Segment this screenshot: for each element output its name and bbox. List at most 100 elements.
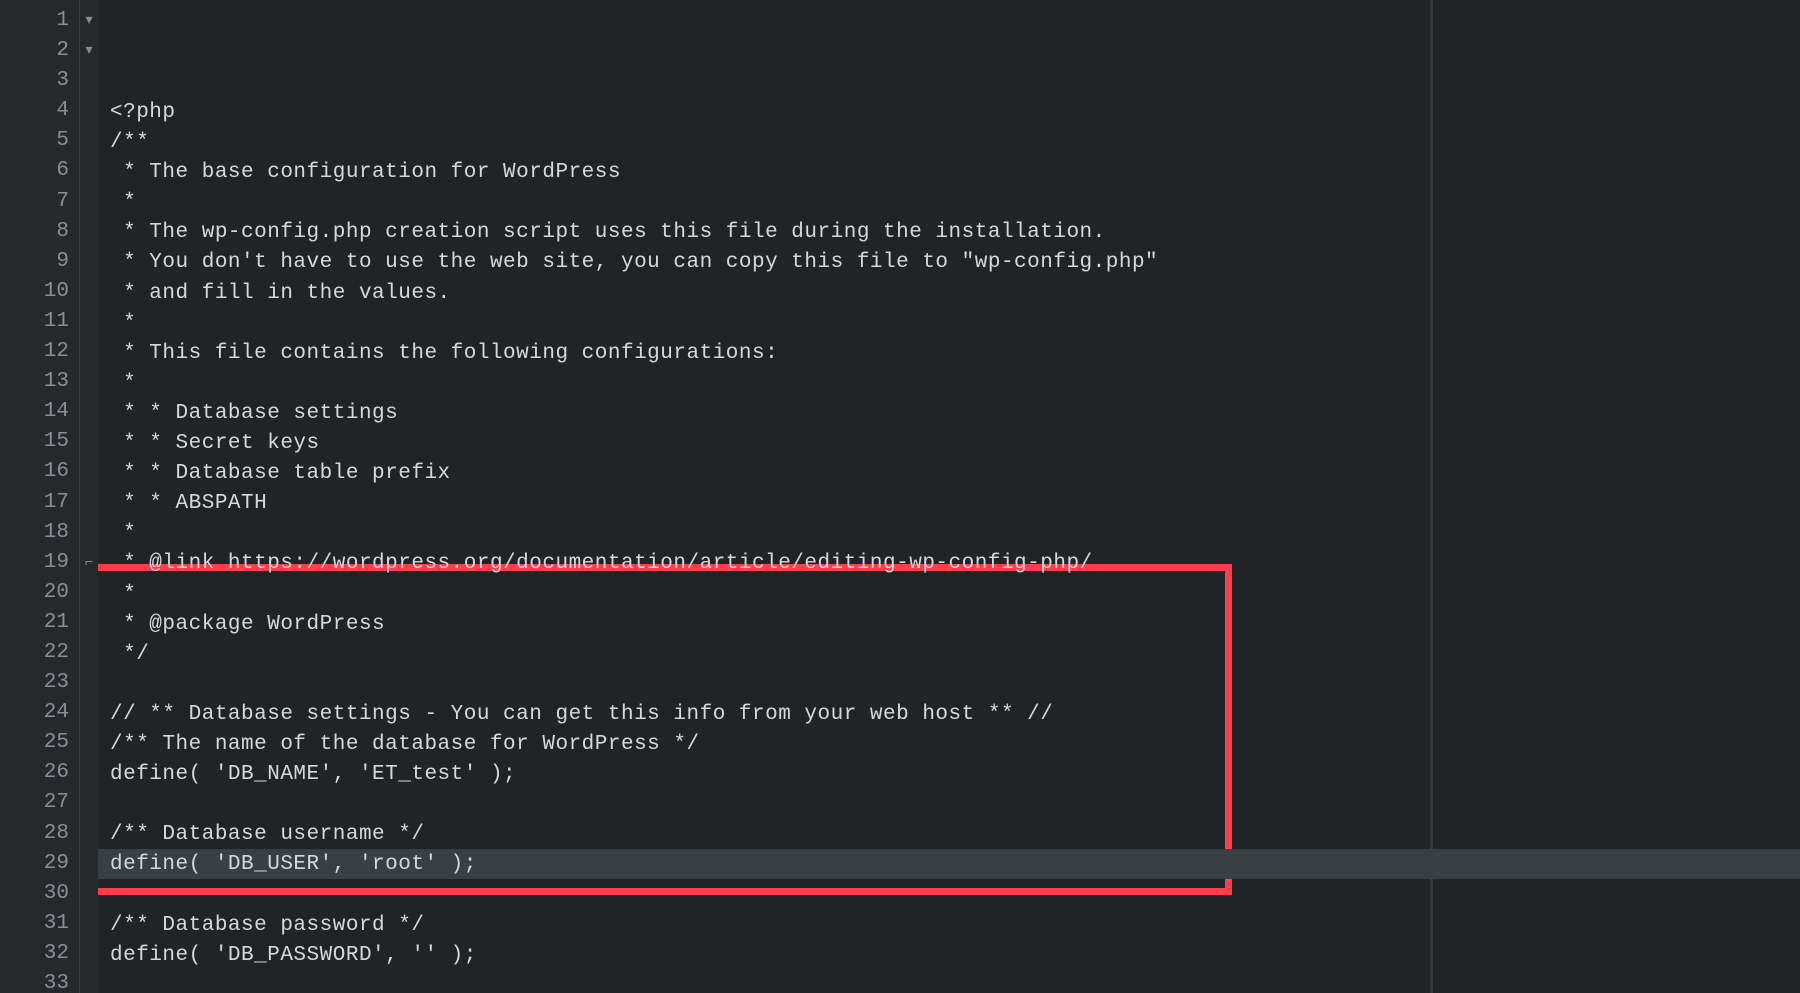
fold-marker-empty [80, 909, 98, 939]
code-line[interactable]: * @link https://wordpress.org/documentat… [98, 549, 1800, 579]
code-line[interactable]: * and fill in the values. [98, 279, 1800, 309]
line-number[interactable]: 11 [0, 307, 79, 337]
code-line[interactable]: * [98, 188, 1800, 218]
code-line[interactable]: /** [98, 128, 1800, 158]
code-line[interactable]: * [98, 580, 1800, 610]
fold-marker-empty [80, 367, 98, 397]
fold-marker-empty [80, 397, 98, 427]
line-number[interactable]: 16 [0, 457, 79, 487]
fold-marker-empty [80, 217, 98, 247]
fold-marker-empty [80, 247, 98, 277]
fold-marker-empty [80, 728, 98, 758]
line-number[interactable]: 31 [0, 909, 79, 939]
line-number[interactable]: 10 [0, 277, 79, 307]
fold-marker-empty [80, 156, 98, 186]
fold-marker-empty [80, 187, 98, 217]
fold-marker-empty [80, 126, 98, 156]
line-number[interactable]: 29 [0, 849, 79, 879]
fold-marker-empty [80, 819, 98, 849]
fold-marker-empty [80, 488, 98, 518]
fold-marker-empty [80, 698, 98, 728]
line-number[interactable]: 25 [0, 728, 79, 758]
code-line[interactable]: * [98, 519, 1800, 549]
fold-marker-empty [80, 578, 98, 608]
line-number[interactable]: 12 [0, 337, 79, 367]
code-line[interactable]: /** Database username */ [98, 820, 1800, 850]
line-number[interactable]: 30 [0, 879, 79, 909]
fold-marker-empty [80, 277, 98, 307]
code-line[interactable]: */ [98, 640, 1800, 670]
line-number[interactable]: 5 [0, 126, 79, 156]
code-line[interactable]: * [98, 369, 1800, 399]
fold-marker-empty [80, 96, 98, 126]
fold-marker-empty [80, 518, 98, 548]
fold-marker-empty [80, 427, 98, 457]
line-number[interactable]: 18 [0, 518, 79, 548]
fold-marker-empty [80, 849, 98, 879]
fold-marker-empty [80, 758, 98, 788]
line-number[interactable]: 23 [0, 668, 79, 698]
line-number[interactable]: 28 [0, 819, 79, 849]
fold-marker-empty [80, 939, 98, 969]
fold-marker-empty [80, 638, 98, 668]
line-number[interactable]: 22 [0, 638, 79, 668]
line-number[interactable]: 4 [0, 96, 79, 126]
fold-marker-empty [80, 66, 98, 96]
line-number[interactable]: 20 [0, 578, 79, 608]
line-number[interactable]: 15 [0, 427, 79, 457]
code-line[interactable]: define( 'DB_USER', 'root' ); [98, 850, 1800, 880]
code-line[interactable]: <?php [98, 98, 1800, 128]
line-number[interactable]: 19 [0, 548, 79, 578]
code-line[interactable]: * * Database table prefix [98, 459, 1800, 489]
line-number[interactable]: 26 [0, 758, 79, 788]
line-number-gutter[interactable]: 1234567891011121314151617181920212223242… [0, 0, 80, 993]
line-number[interactable]: 7 [0, 187, 79, 217]
fold-marker-empty [80, 969, 98, 993]
code-line[interactable]: /** Database password */ [98, 911, 1800, 941]
line-number[interactable]: 6 [0, 156, 79, 186]
fold-marker-empty [80, 608, 98, 638]
line-number[interactable]: 13 [0, 367, 79, 397]
code-line[interactable] [98, 790, 1800, 820]
code-line[interactable]: * [98, 309, 1800, 339]
fold-marker-empty [80, 337, 98, 367]
line-number[interactable]: 8 [0, 217, 79, 247]
line-number[interactable]: 24 [0, 698, 79, 728]
line-number[interactable]: 33 [0, 969, 79, 993]
code-line[interactable] [98, 670, 1800, 700]
code-line[interactable]: define( 'DB_NAME', 'ET_test' ); [98, 760, 1800, 790]
code-line[interactable] [98, 880, 1800, 910]
code-line[interactable]: * * Database settings [98, 399, 1800, 429]
line-number[interactable]: 3 [0, 66, 79, 96]
code-editor: 1234567891011121314151617181920212223242… [0, 0, 1800, 993]
line-number[interactable]: 1 [0, 6, 79, 36]
fold-marker-icon[interactable]: ▾ [80, 6, 98, 36]
code-area[interactable]: <?php/** * The base configuration for Wo… [98, 0, 1800, 993]
code-line[interactable]: * * Secret keys [98, 429, 1800, 459]
fold-marker-column[interactable]: ▾▾ ⌐ [80, 0, 98, 993]
code-line[interactable]: * The base configuration for WordPress [98, 158, 1800, 188]
line-number[interactable]: 17 [0, 488, 79, 518]
code-line[interactable]: * * ABSPATH [98, 489, 1800, 519]
code-line[interactable]: // ** Database settings - You can get th… [98, 700, 1800, 730]
line-number[interactable]: 21 [0, 608, 79, 638]
code-line[interactable]: /** The name of the database for WordPre… [98, 730, 1800, 760]
line-number[interactable]: 9 [0, 247, 79, 277]
code-line[interactable]: * @package WordPress [98, 610, 1800, 640]
line-number[interactable]: 27 [0, 788, 79, 818]
fold-marker-empty [80, 457, 98, 487]
code-line[interactable]: * The wp-config.php creation script uses… [98, 218, 1800, 248]
fold-marker-empty [80, 879, 98, 909]
fold-marker-empty [80, 307, 98, 337]
fold-marker-icon[interactable]: ⌐ [80, 548, 98, 578]
fold-marker-empty [80, 788, 98, 818]
code-line[interactable]: * You don't have to use the web site, yo… [98, 248, 1800, 278]
line-number[interactable]: 2 [0, 36, 79, 66]
line-number[interactable]: 32 [0, 939, 79, 969]
code-line[interactable]: * This file contains the following confi… [98, 339, 1800, 369]
fold-marker-icon[interactable]: ▾ [80, 36, 98, 66]
line-number[interactable]: 14 [0, 397, 79, 427]
code-line[interactable]: define( 'DB_PASSWORD', '' ); [98, 941, 1800, 971]
code-line[interactable] [98, 971, 1800, 993]
fold-marker-empty [80, 668, 98, 698]
